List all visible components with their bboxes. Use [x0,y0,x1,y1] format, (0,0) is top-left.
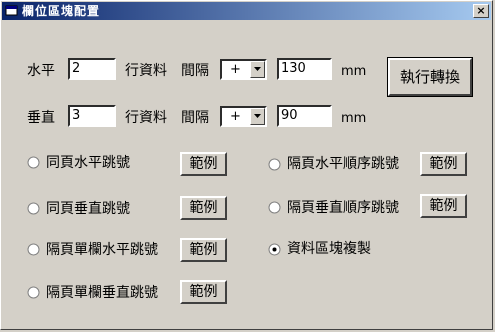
horizontal-count-field[interactable]: 2 [68,58,116,80]
horizontal-sign-value: + [230,62,241,77]
vertical-sign-select[interactable]: + [220,106,267,127]
horizontal-gap-field[interactable]: 130 [277,58,332,80]
example-button-cross-page-single-vertical[interactable]: 範例 [180,280,227,304]
vertical-unit-label: 行資料 [125,110,167,126]
chevron-down-icon[interactable] [250,61,265,78]
option-cross-page-horizontal-seq[interactable]: 隔頁水平順序跳號 [287,156,399,172]
horizontal-gap-label: 間隔 [181,63,209,79]
horizontal-label: 水平 [27,63,55,79]
vertical-gap-field[interactable]: 90 [277,105,332,127]
radio-cross-page-single-vertical[interactable] [27,286,40,299]
radio-cross-page-single-horizontal[interactable] [27,243,40,256]
radio-cross-page-vertical-seq[interactable] [268,201,281,214]
vertical-unit-mm: mm [341,111,367,126]
execute-convert-button[interactable]: 執行轉換 [387,57,473,97]
horizontal-unit-mm: mm [341,64,367,79]
example-button-cross-page-horizontal-seq[interactable]: 範例 [420,152,467,176]
example-button-same-page-horizontal[interactable]: 範例 [180,152,227,176]
app-icon [5,5,18,16]
vertical-count-field[interactable]: 3 [68,105,116,127]
option-cross-page-single-horizontal[interactable]: 隔頁單欄水平跳號 [46,242,158,258]
horizontal-unit-label: 行資料 [125,63,167,79]
option-cross-page-vertical-seq[interactable]: 隔頁垂直順序跳號 [287,200,399,216]
option-same-page-vertical[interactable]: 同頁垂直跳號 [46,201,130,217]
window-title: 欄位區塊配置 [22,4,101,18]
title-bar[interactable]: 欄位區塊配置 × [2,2,491,20]
vertical-gap-label: 間隔 [181,110,209,126]
dialog-window: 欄位區塊配置 × 水平 2 行資料 間隔 + 130 mm 垂直 3 行資料 間… [0,0,493,330]
radio-same-page-horizontal[interactable] [27,156,40,169]
example-button-cross-page-vertical-seq[interactable]: 範例 [420,194,467,218]
radio-data-block-copy[interactable] [268,243,281,256]
chevron-down-icon[interactable] [250,108,265,125]
horizontal-sign-select[interactable]: + [220,59,267,80]
example-button-same-page-vertical[interactable]: 範例 [180,196,227,220]
radio-cross-page-horizontal-seq[interactable] [268,158,281,171]
option-cross-page-single-vertical[interactable]: 隔頁單欄垂直跳號 [46,285,158,301]
option-data-block-copy[interactable]: 資料區塊複製 [287,241,371,257]
option-same-page-horizontal[interactable]: 同頁水平跳號 [46,155,130,171]
close-button[interactable]: × [473,4,489,18]
radio-same-page-vertical[interactable] [27,202,40,215]
vertical-sign-value: + [230,109,241,124]
vertical-label: 垂直 [27,110,55,126]
example-button-cross-page-single-horizontal[interactable]: 範例 [180,238,227,262]
